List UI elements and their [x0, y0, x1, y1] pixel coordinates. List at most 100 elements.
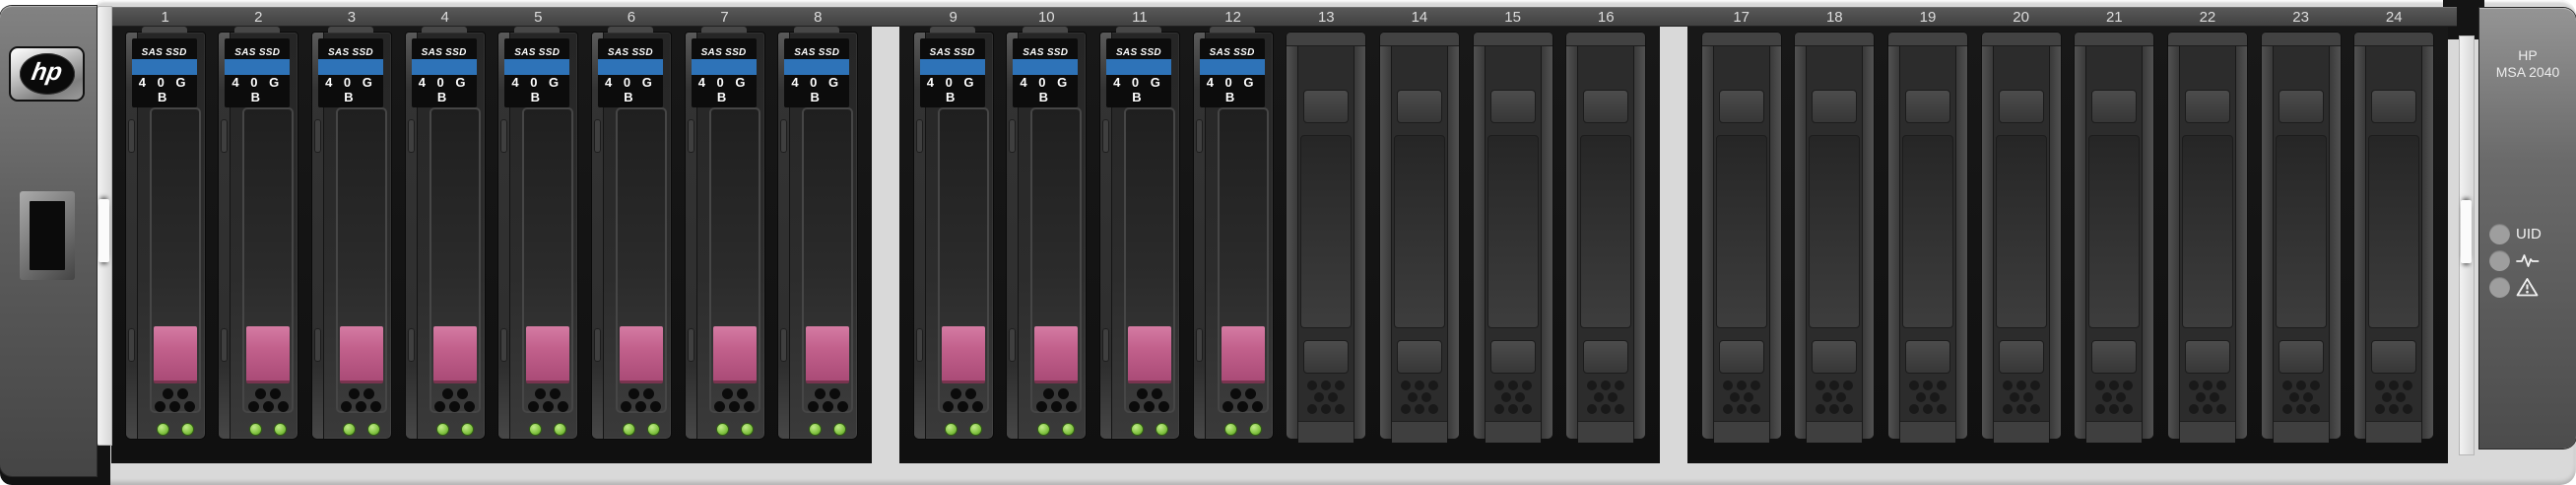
drive-vent-holes — [1030, 387, 1082, 413]
blank-rail-left — [2075, 46, 2086, 439]
drive-release-latch[interactable] — [340, 326, 383, 383]
blank-footer — [1900, 421, 1955, 443]
drive-fault-led — [367, 423, 380, 436]
blank-filler[interactable] — [2168, 33, 2247, 439]
drive-capacity-label: 4 0 G B — [1013, 75, 1078, 104]
drive-type-label: SAS SSD — [318, 47, 383, 58]
drive-fault-led — [1156, 423, 1168, 436]
drive-carrier[interactable]: SAS SSD 4 0 G B — [778, 33, 857, 439]
drive-carrier[interactable]: SAS SSD 4 0 G B — [406, 33, 485, 439]
drive-bay: SAS SSD 4 0 G B — [219, 27, 297, 463]
drive-release-latch[interactable] — [1128, 326, 1171, 383]
drive-label: SAS SSD 4 0 G B — [318, 38, 383, 107]
blank-rail-right — [1769, 46, 1781, 439]
drive-carrier[interactable]: SAS SSD 4 0 G B — [686, 33, 764, 439]
label-blue-band — [1013, 59, 1078, 75]
drive-carrier[interactable]: SAS SSD 4 0 G B — [592, 33, 671, 439]
blank-rail-right — [2421, 46, 2433, 439]
blank-rail-right — [2329, 46, 2341, 439]
rail-notch — [916, 119, 923, 153]
label-blue-band — [692, 59, 757, 75]
blank-handle-bottom — [1999, 340, 2044, 374]
rail-notch — [500, 328, 507, 362]
drive-release-latch[interactable] — [1222, 326, 1265, 383]
model-label: HP MSA 2040 — [2479, 47, 2576, 81]
drive-status-leds — [150, 423, 201, 436]
drive-capacity-label: 4 0 G B — [225, 75, 290, 104]
blank-footer — [1807, 421, 1862, 443]
bay-number: 12 — [1194, 8, 1273, 26]
drive-label: SAS SSD 4 0 G B — [692, 38, 757, 107]
drive-release-latch[interactable] — [713, 326, 757, 383]
drive-type-label: SAS SSD — [920, 47, 985, 58]
heartbeat-icon — [2516, 252, 2540, 268]
bay-number-segment: 12345678 — [111, 8, 872, 26]
blank-inner — [1900, 46, 1955, 439]
blank-rail-right — [1541, 46, 1552, 439]
drive-group-3 — [1687, 27, 2448, 463]
blank-handle-top — [2091, 90, 2137, 123]
carrier-top-tab — [794, 27, 839, 33]
drive-carrier[interactable]: SAS SSD 4 0 G B — [914, 33, 993, 439]
blank-rail-right — [1354, 46, 1365, 439]
bay-number: 4 — [406, 8, 485, 26]
drive-carrier[interactable]: SAS SSD 4 0 G B — [1007, 33, 1086, 439]
drive-carrier[interactable]: SAS SSD 4 0 G B — [219, 33, 297, 439]
drive-release-latch[interactable] — [433, 326, 477, 383]
blank-filler[interactable] — [1702, 33, 1781, 439]
drive-fault-led — [833, 423, 846, 436]
carrier-top-tab — [1023, 27, 1068, 33]
drive-fault-led — [274, 423, 287, 436]
blank-filler[interactable] — [1795, 33, 1874, 439]
label-blue-band — [598, 59, 663, 75]
left-flange-handle — [99, 199, 109, 262]
bay-number-segment: 1718192021222324 — [1687, 8, 2448, 26]
blank-top-cap — [1795, 33, 1874, 46]
blank-recess-panel — [1902, 135, 1953, 328]
blank-filler[interactable] — [2354, 33, 2433, 439]
left-ear: hp — [0, 6, 97, 476]
drive-label: SAS SSD 4 0 G B — [412, 38, 477, 107]
bezel-latch[interactable] — [20, 191, 75, 280]
rail-notch — [1102, 328, 1109, 362]
bay-number: 21 — [2075, 8, 2153, 26]
blank-filler[interactable] — [1888, 33, 1967, 439]
blank-filler[interactable] — [1566, 33, 1645, 439]
label-blue-band — [318, 59, 383, 75]
drive-release-latch[interactable] — [1034, 326, 1078, 383]
blank-inner — [1994, 46, 2049, 439]
drive-release-latch[interactable] — [246, 326, 290, 383]
drive-carrier[interactable]: SAS SSD 4 0 G B — [1194, 33, 1273, 439]
blank-filler[interactable] — [1287, 33, 1365, 439]
drive-carrier[interactable]: SAS SSD 4 0 G B — [312, 33, 391, 439]
blank-filler[interactable] — [1982, 33, 2061, 439]
drive-carrier[interactable]: SAS SSD 4 0 G B — [126, 33, 205, 439]
blank-inner — [1714, 46, 1769, 439]
carrier-top-tab — [1116, 27, 1161, 33]
drive-vent-holes — [938, 387, 989, 413]
carrier-top-tab — [1210, 27, 1255, 33]
carrier-top-tab — [701, 27, 747, 33]
blank-handle-bottom — [2279, 340, 2324, 374]
blank-filler[interactable] — [2075, 33, 2153, 439]
drive-release-latch[interactable] — [620, 326, 663, 383]
blank-rail-left — [1287, 46, 1298, 439]
drive-release-latch[interactable] — [526, 326, 569, 383]
blank-footer — [2274, 421, 2329, 443]
blank-rail-right — [2235, 46, 2247, 439]
blank-filler[interactable] — [1380, 33, 1459, 439]
blank-filler[interactable] — [2262, 33, 2341, 439]
blank-filler[interactable] — [1474, 33, 1552, 439]
drive-release-latch[interactable] — [806, 326, 849, 383]
carrier-top-tab — [422, 27, 467, 33]
blank-top-cap — [2354, 33, 2433, 46]
drive-release-latch[interactable] — [942, 326, 985, 383]
blank-rail-left — [1380, 46, 1392, 439]
drive-carrier[interactable]: SAS SSD 4 0 G B — [1100, 33, 1179, 439]
bay-number: 7 — [686, 8, 764, 26]
blank-inner — [1298, 46, 1354, 439]
drive-release-latch[interactable] — [154, 326, 197, 383]
drive-carrier[interactable]: SAS SSD 4 0 G B — [498, 33, 577, 439]
blank-vent-holes — [2086, 380, 2142, 415]
blank-recess-panel — [2182, 135, 2233, 328]
